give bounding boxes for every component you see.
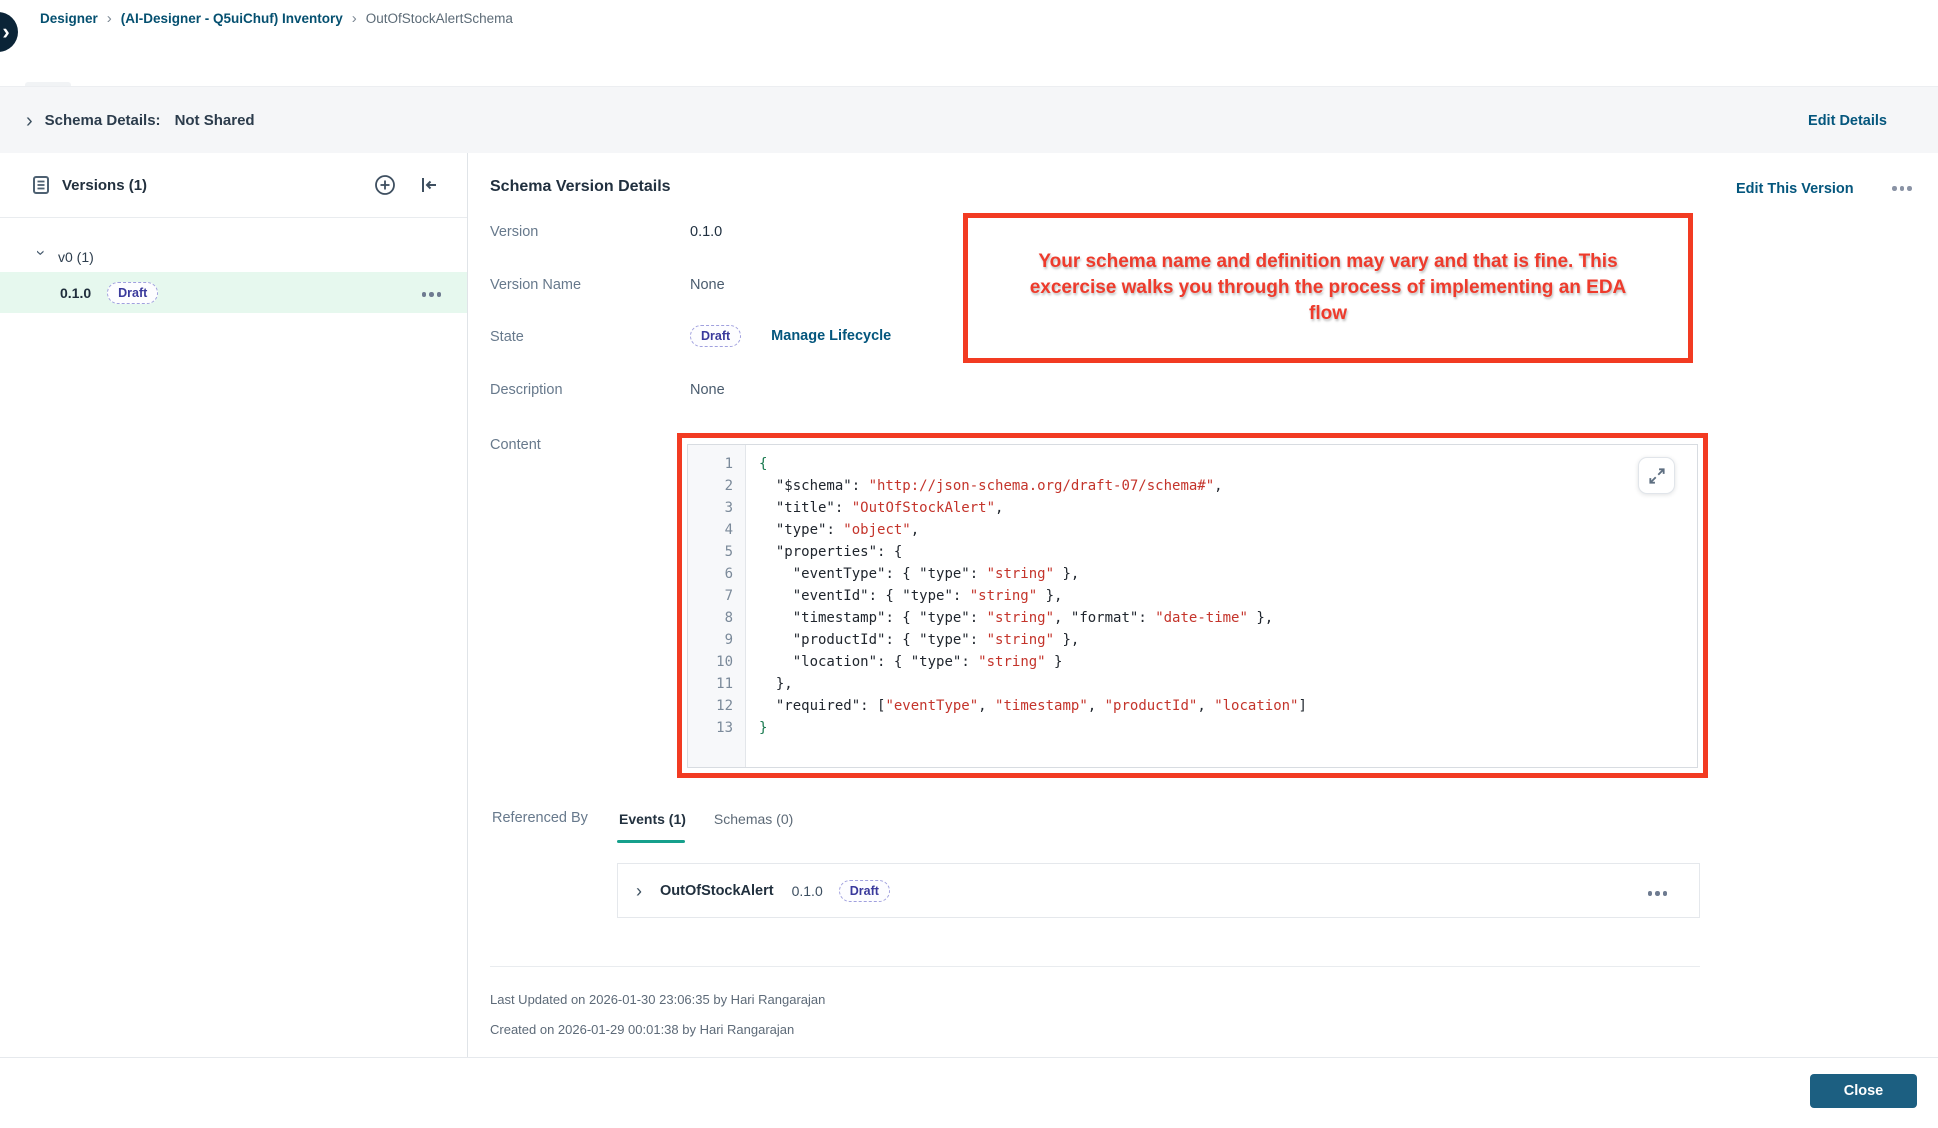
breadcrumb-designer[interactable]: Designer bbox=[40, 11, 98, 26]
expand-details-chevron-icon[interactable]: › bbox=[26, 111, 33, 131]
code-line: "properties": { bbox=[759, 541, 1697, 563]
state-field-row: Draft Manage Lifecycle bbox=[690, 325, 891, 347]
breadcrumb: Designer › (AI-Designer - Q5uiChuf) Inve… bbox=[40, 0, 513, 36]
code-line: "$schema": "http://json-schema.org/draft… bbox=[759, 475, 1697, 497]
line-number: 3 bbox=[688, 497, 745, 519]
collapse-panel-button[interactable] bbox=[417, 173, 441, 197]
state-field-label: State bbox=[490, 329, 524, 345]
line-number: 13 bbox=[688, 717, 745, 739]
last-updated-text: Last Updated on 2026-01-30 23:06:35 by H… bbox=[490, 992, 825, 1007]
versions-header: Versions (1) bbox=[0, 153, 467, 218]
version-details-menu-button[interactable] bbox=[1888, 180, 1916, 197]
draft-state-badge: Draft bbox=[107, 282, 158, 304]
schema-details-bar: › Schema Details: Not Shared Edit Detail… bbox=[0, 86, 1938, 153]
versions-list-icon bbox=[30, 174, 52, 196]
created-text: Created on 2026-01-29 00:01:38 by Hari R… bbox=[490, 1022, 794, 1037]
add-version-button[interactable] bbox=[373, 173, 397, 197]
referenced-by-label: Referenced By bbox=[492, 810, 588, 826]
event-actions-menu-button[interactable] bbox=[1644, 885, 1672, 902]
draft-state-badge: Draft bbox=[690, 325, 741, 347]
plus-circle-icon bbox=[373, 173, 397, 197]
code-line: } bbox=[759, 717, 1697, 739]
schema-details-label: Schema Details: bbox=[45, 112, 161, 129]
active-tab-underline bbox=[617, 840, 685, 843]
annotation-text: Your schema name and definition may vary… bbox=[1028, 249, 1628, 327]
description-field-value: None bbox=[690, 382, 725, 398]
code-line: "location": { "type": "string" } bbox=[759, 651, 1697, 673]
version-name-field-value: None bbox=[690, 277, 725, 293]
collapse-left-icon bbox=[417, 173, 441, 197]
code-line: "productId": { "type": "string" }, bbox=[759, 629, 1697, 651]
version-row-selected[interactable]: 0.1.0 Draft bbox=[0, 272, 467, 313]
code-line-numbers: 12345678910111213 bbox=[688, 445, 746, 767]
code-line: "required": ["eventType", "timestamp", "… bbox=[759, 695, 1697, 717]
manage-lifecycle-link[interactable]: Manage Lifecycle bbox=[771, 328, 891, 344]
chevron-down-icon: › bbox=[31, 250, 51, 264]
line-number: 11 bbox=[688, 673, 745, 695]
shared-status: Not Shared bbox=[175, 112, 255, 129]
view-tab-row: OutOfStockAlertSchema bbox=[0, 36, 1938, 86]
breadcrumb-application[interactable]: (AI-Designer - Q5uiChuf) Inventory bbox=[121, 11, 343, 26]
line-number: 12 bbox=[688, 695, 745, 717]
edit-this-version-link[interactable]: Edit This Version bbox=[1736, 181, 1854, 197]
code-line: "type": "object", bbox=[759, 519, 1697, 541]
content-field-label: Content bbox=[490, 437, 541, 453]
tab-schemas[interactable]: Schemas (0) bbox=[712, 811, 795, 827]
breadcrumb-separator-icon: › bbox=[107, 10, 112, 27]
section-title: Schema Version Details bbox=[490, 178, 671, 196]
version-group-v0[interactable]: › v0 (1) bbox=[0, 242, 467, 272]
expand-editor-button[interactable] bbox=[1638, 457, 1675, 494]
event-version: 0.1.0 bbox=[792, 883, 823, 899]
event-name: OutOfStockAlert bbox=[660, 883, 774, 899]
breadcrumb-separator-icon: › bbox=[352, 10, 357, 27]
breadcrumb-current: OutOfStockAlertSchema bbox=[366, 11, 513, 26]
version-field-value: 0.1.0 bbox=[690, 224, 722, 240]
line-number: 9 bbox=[688, 629, 745, 651]
expand-event-chevron-icon[interactable]: › bbox=[636, 882, 642, 900]
expand-icon bbox=[1647, 466, 1667, 486]
annotation-callout: Your schema name and definition may vary… bbox=[963, 213, 1693, 363]
line-number: 5 bbox=[688, 541, 745, 563]
versions-sidebar: Versions (1) › v0 (1) 0.1.0 Draft bbox=[0, 153, 468, 1057]
code-lines: { "$schema": "http://json-schema.org/dra… bbox=[747, 445, 1697, 767]
version-group-label: v0 (1) bbox=[58, 249, 94, 265]
line-number: 10 bbox=[688, 651, 745, 673]
line-number: 1 bbox=[688, 453, 745, 475]
line-number: 7 bbox=[688, 585, 745, 607]
version-name-field-label: Version Name bbox=[490, 277, 581, 293]
description-field-label: Description bbox=[490, 382, 563, 398]
chevron-right-icon: › bbox=[2, 21, 9, 43]
line-number: 2 bbox=[688, 475, 745, 497]
schema-content-highlight-box: 12345678910111213 { "$schema": "http://j… bbox=[677, 433, 1708, 778]
code-line: "eventId": { "type": "string" }, bbox=[759, 585, 1697, 607]
code-line: "timestamp": { "type": "string", "format… bbox=[759, 607, 1697, 629]
referenced-tabs: Events (1) Schemas (0) bbox=[617, 804, 795, 834]
code-editor[interactable]: 12345678910111213 { "$schema": "http://j… bbox=[687, 444, 1698, 768]
version-field-label: Version bbox=[490, 224, 538, 240]
referenced-event-row[interactable]: › OutOfStockAlert 0.1.0 Draft bbox=[617, 863, 1700, 918]
code-line: }, bbox=[759, 673, 1697, 695]
breadcrumb-bar: Designer › (AI-Designer - Q5uiChuf) Inve… bbox=[0, 0, 1938, 36]
versions-title: Versions (1) bbox=[62, 153, 147, 218]
version-actions-menu-button[interactable] bbox=[418, 286, 446, 303]
section-divider bbox=[490, 966, 1700, 967]
line-number: 8 bbox=[688, 607, 745, 629]
line-number: 4 bbox=[688, 519, 745, 541]
version-number: 0.1.0 bbox=[60, 285, 91, 301]
footer-divider bbox=[0, 1057, 1938, 1058]
draft-state-badge: Draft bbox=[839, 880, 890, 902]
tab-events[interactable]: Events (1) bbox=[617, 811, 688, 827]
edit-details-link[interactable]: Edit Details bbox=[1808, 113, 1887, 129]
close-button[interactable]: Close bbox=[1810, 1074, 1917, 1108]
code-line: { bbox=[759, 453, 1697, 475]
line-number: 6 bbox=[688, 563, 745, 585]
code-line: "title": "OutOfStockAlert", bbox=[759, 497, 1697, 519]
code-line: "eventType": { "type": "string" }, bbox=[759, 563, 1697, 585]
